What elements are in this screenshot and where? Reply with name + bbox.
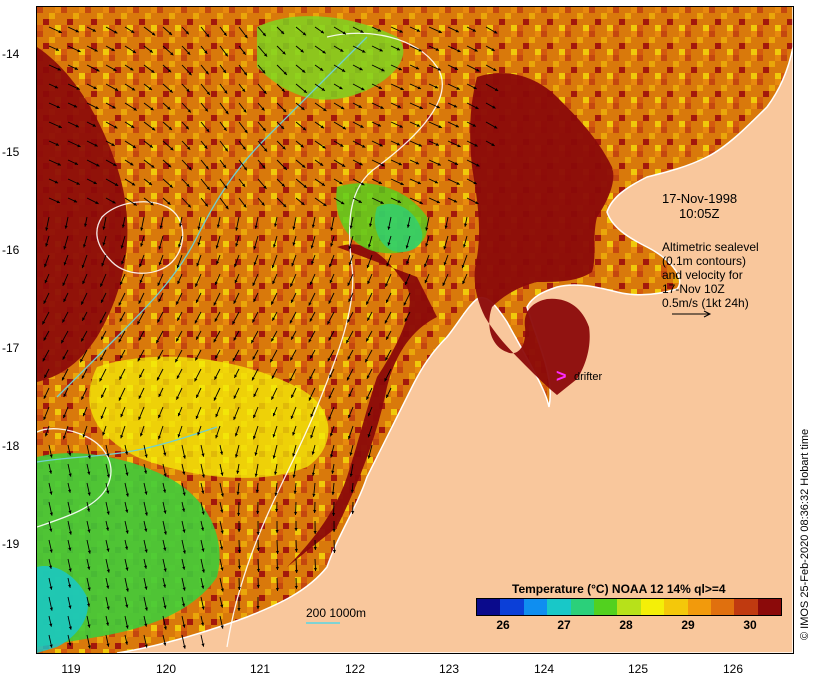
x-tick-label: 119 [61, 662, 81, 676]
colorbar-cell [617, 599, 641, 615]
x-tick-label: 125 [627, 662, 649, 676]
colorbar-cell [547, 599, 571, 615]
legend-line: and velocity for [662, 268, 743, 282]
colorbar-title: Temperature (°C) NOAA 12 14% ql>=4 [512, 582, 726, 596]
depth-scale-label: 200 1000m [306, 606, 367, 620]
observation-date: 17-Nov-1998 [662, 191, 738, 206]
map-frame [36, 6, 794, 654]
colorbar-cell [710, 599, 735, 615]
map-canvas [37, 7, 793, 653]
colorbar-cell [593, 599, 618, 615]
colorbar-tick-label: 26 [496, 618, 510, 632]
colorbar [476, 598, 782, 616]
legend-line: (0.1m contours) [662, 254, 747, 268]
drifter-icon: > [556, 366, 567, 386]
colorbar-tick-label: 27 [557, 618, 571, 632]
x-tick-label: 123 [438, 662, 460, 676]
y-tick-label: -18 [2, 439, 20, 453]
colorbar-cell [734, 599, 758, 615]
drifter-label: drifter [574, 371, 603, 383]
colorbar-tick-label: 28 [619, 618, 633, 632]
y-tick-label: -15 [2, 145, 20, 159]
colorbar-cell [640, 599, 665, 615]
sst-map-page: -14 -15 -16 -17 -18 -19 119 120 121 122 … [0, 0, 820, 680]
colorbar-tick-label: 29 [681, 618, 695, 632]
legend-line: Altimetric sealevel [662, 240, 759, 254]
legend-line: 17-Nov 10Z [662, 282, 725, 296]
x-tick-label: 124 [533, 662, 555, 676]
colorbar-cell [664, 599, 688, 615]
observation-time: 10:05Z [679, 206, 720, 221]
x-tick-label: 122 [344, 662, 366, 676]
colorbar-tick-label: 30 [743, 618, 757, 632]
colorbar-cell [757, 599, 782, 615]
x-tick-label: 126 [722, 662, 744, 676]
legend-arrow-icon [672, 310, 712, 318]
y-tick-label: -17 [2, 341, 20, 355]
y-tick-label: -19 [2, 537, 20, 551]
y-tick-label: -14 [2, 47, 20, 61]
colorbar-cell [523, 599, 548, 615]
y-tick-label: -16 [2, 243, 20, 257]
colorbar-cell [500, 599, 524, 615]
colorbar-cell [570, 599, 594, 615]
credit-text: © IMOS 25-Feb-2020 08:36:32 Hobart time [799, 428, 811, 640]
colorbar-cell [477, 599, 501, 615]
depth-scale-line [306, 622, 340, 624]
x-tick-label: 120 [155, 662, 177, 676]
x-tick-label: 121 [249, 662, 271, 676]
colorbar-cell [687, 599, 711, 615]
